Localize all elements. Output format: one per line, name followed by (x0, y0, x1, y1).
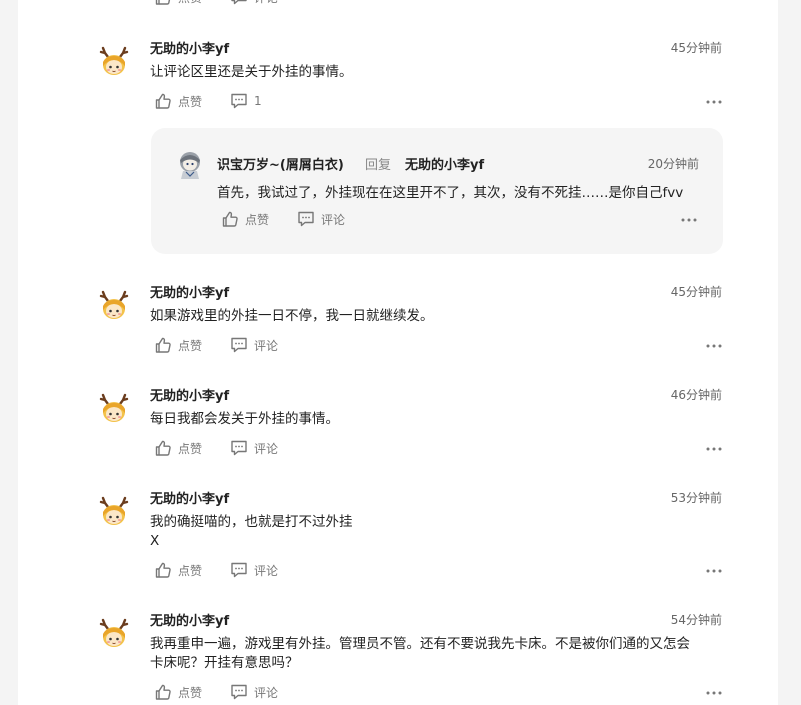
comment-label: 评论 (254, 338, 279, 353)
like-label: 点赞 (178, 441, 203, 456)
like-button[interactable]: 点赞 (154, 0, 202, 6)
deer-avatar-icon[interactable] (96, 494, 132, 530)
comment-button[interactable]: 评论 (230, 336, 278, 354)
more-dots-icon[interactable] (706, 691, 722, 695)
thumbs-up-icon (154, 439, 172, 457)
comment-time: 45分钟前 (670, 285, 722, 299)
comment-text: 我再重申一遍，游戏里有外挂。管理员不管。还有不要说我先卡床。不是被你们通的又怎会… (150, 635, 722, 673)
deer-avatar-icon[interactable] (96, 44, 132, 80)
more-dots-icon[interactable] (706, 447, 722, 451)
like-label: 点赞 (178, 0, 202, 6)
comment-icon (230, 0, 248, 6)
comment-text: 让评论区里还是关于外挂的事情。 (150, 63, 722, 82)
deer-avatar-icon[interactable] (96, 391, 132, 427)
thumbs-up-icon (154, 92, 172, 110)
comment-actions: 点赞 1 (150, 92, 722, 112)
comment-label: 评论 (254, 0, 278, 6)
reply-text: 首先，我试过了，外挂现在在这里开不了，其次，没有不死挂……是你自己fvv (217, 185, 684, 201)
comment-count: 1 (254, 94, 262, 108)
thumbs-up-icon (154, 0, 172, 6)
reply-time: 20分钟前 (647, 157, 699, 171)
like-button[interactable]: 点赞 (154, 439, 202, 457)
comment-text: 每日我都会发关于外挂的事情。 (150, 410, 722, 429)
like-label: 点赞 (178, 94, 203, 109)
thumbs-up-icon (154, 561, 172, 579)
more-dots-icon[interactable] (706, 100, 722, 104)
top-partial-actions: 点赞 评论 (150, 0, 722, 8)
reply-actions: 点赞 评论 (221, 210, 697, 230)
comment-icon (230, 561, 248, 579)
deer-avatar-icon[interactable] (96, 616, 132, 652)
comment-username[interactable]: 无助的小李yf (150, 385, 229, 404)
comment-line: 我的确挺喵的，也就是打不过外挂 (150, 514, 353, 530)
reply-target-username[interactable]: 无助的小李yf (405, 154, 484, 173)
comment-icon (230, 683, 248, 701)
comment-actions: 点赞 评论 (150, 561, 722, 581)
comment-time: 54分钟前 (670, 613, 722, 627)
comment-username[interactable]: 无助的小李yf (150, 610, 229, 629)
like-button[interactable]: 点赞 (154, 683, 202, 701)
reply-word: 回复 (365, 158, 392, 173)
comment-username[interactable]: 无助的小李yf (150, 38, 229, 57)
comment-time: 46分钟前 (670, 388, 722, 402)
comment-line: 我再重申一遍，游戏里有外挂。管理员不管。还有不要说我先卡床。不是被你们通的又怎会 (150, 636, 690, 652)
comment-button[interactable]: 1 (230, 92, 262, 110)
thumbs-up-icon (154, 336, 172, 354)
reply-username[interactable]: 识宝万岁~(屑屑白衣) (217, 154, 344, 173)
comment-icon (230, 92, 248, 110)
comment-button[interactable]: 评论 (230, 439, 278, 457)
comment-line: X (150, 533, 160, 549)
like-label: 点赞 (178, 338, 203, 353)
like-label: 点赞 (245, 212, 270, 227)
like-label: 点赞 (178, 563, 203, 578)
comment-actions: 点赞 评论 (150, 336, 722, 356)
comment-button[interactable]: 评论 (297, 210, 345, 228)
comment-line: 让评论区里还是关于外挂的事情。 (150, 64, 353, 80)
thumbs-up-icon (154, 683, 172, 701)
comment-line: 如果游戏里的外挂一日不停，我一日就继续发。 (150, 308, 434, 324)
gray-avatar-icon[interactable] (177, 150, 203, 180)
comment-text: 如果游戏里的外挂一日不停，我一日就继续发。 (150, 307, 722, 326)
comment-label: 评论 (254, 563, 279, 578)
comment-line: 卡床呢？开挂有意思吗？ (150, 655, 299, 671)
comment-actions: 点赞 评论 (150, 439, 722, 459)
comment-username[interactable]: 无助的小李yf (150, 488, 229, 507)
comment-actions: 点赞 评论 (150, 683, 722, 703)
comment-button[interactable]: 评论 (230, 561, 278, 579)
reply-box: 识宝万岁~(屑屑白衣) 回复 无助的小李yf 20分钟前 首先，我试过了，外挂现… (151, 128, 723, 254)
thumbs-up-icon (221, 210, 239, 228)
comment-label: 评论 (321, 212, 346, 227)
comment-label: 评论 (254, 441, 279, 456)
like-button[interactable]: 点赞 (154, 336, 202, 354)
comment-icon (297, 210, 315, 228)
comment-line: 每日我都会发关于外挂的事情。 (150, 411, 339, 427)
more-dots-icon[interactable] (706, 344, 722, 348)
comment-icon (230, 439, 248, 457)
comment-time: 53分钟前 (670, 491, 722, 505)
comment-panel: 点赞 评论 无助的小李yf 45分钟前 让评论区里还是关于外挂的事情。 点赞 1 (18, 0, 778, 705)
like-button[interactable]: 点赞 (154, 561, 202, 579)
comment-label: 评论 (254, 685, 279, 700)
comment-username[interactable]: 无助的小李yf (150, 282, 229, 301)
comment-button[interactable]: 评论 (230, 0, 278, 6)
more-dots-icon[interactable] (681, 218, 697, 222)
comment-icon (230, 336, 248, 354)
like-label: 点赞 (178, 685, 203, 700)
like-button[interactable]: 点赞 (154, 92, 202, 110)
more-dots-icon[interactable] (706, 569, 722, 573)
like-button[interactable]: 点赞 (221, 210, 269, 228)
comment-text: 我的确挺喵的，也就是打不过外挂 X (150, 513, 722, 551)
comment-time: 45分钟前 (670, 41, 722, 55)
deer-avatar-icon[interactable] (96, 288, 132, 324)
comment-button[interactable]: 评论 (230, 683, 278, 701)
